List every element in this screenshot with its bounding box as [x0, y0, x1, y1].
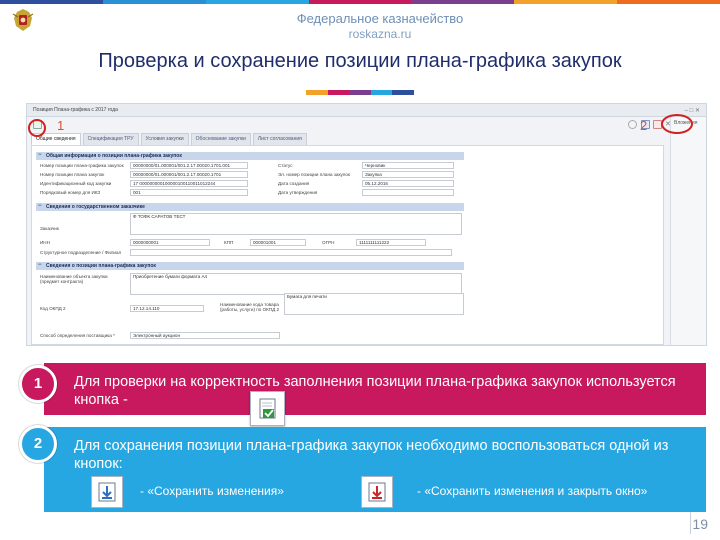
- ikz-sequence-field[interactable]: 001: [130, 189, 248, 196]
- title-underline-bar: [306, 90, 414, 95]
- field-label: Способ определения поставщика *: [40, 333, 115, 338]
- title-bar-segment: [392, 90, 414, 95]
- title-bar-segment: [349, 90, 371, 95]
- title-bar-segment: [370, 90, 393, 95]
- highlight-circle-check: [28, 119, 46, 137]
- check-button[interactable]: [250, 391, 285, 426]
- form-toolbar: ✕: [27, 117, 706, 133]
- field-label: Наименование кода товара (работы, услуги…: [220, 302, 280, 312]
- marker-2: 2: [640, 118, 648, 133]
- slide-number-divider: [690, 512, 691, 534]
- form-body: Общая информация о позиции плана-графика…: [31, 145, 664, 345]
- window-titlebar: Позиция Плана-графика с 2017 года – □ ✕: [27, 104, 706, 117]
- color-strip-segment: [102, 0, 206, 4]
- top-color-strip: [0, 0, 720, 4]
- unit-field[interactable]: [130, 249, 452, 256]
- field-label: Номер позиции плана закупок: [40, 172, 105, 177]
- tab-justification[interactable]: Обоснование закупки: [190, 133, 251, 145]
- save-button[interactable]: [91, 476, 123, 508]
- color-strip-segment: [205, 0, 309, 4]
- inn-field: 0000000001: [130, 239, 210, 246]
- tab-approval[interactable]: Лист согласования: [252, 133, 307, 145]
- window-title: Позиция Плана-графика с 2017 года: [33, 107, 118, 113]
- attachments-panel: Вложения: [670, 117, 706, 345]
- step-2-text: Для сохранения позиции плана-графика зак…: [74, 438, 669, 472]
- step-2-number: 2: [19, 425, 57, 463]
- section-general-header[interactable]: Общая информация о позиции плана-графика…: [36, 152, 464, 160]
- section-customer-header[interactable]: Сведения о государственном заказчике: [36, 203, 464, 211]
- document-check-icon: [259, 398, 276, 419]
- tab-specification[interactable]: Спецификация ТРУ: [82, 133, 139, 145]
- save-download-icon: [98, 482, 116, 502]
- object-name-field[interactable]: Приобретение бумаги формата А4: [130, 273, 462, 295]
- step-1-band: Для проверки на корректность заполнения …: [44, 363, 706, 415]
- highlight-circle-save: [661, 114, 693, 134]
- field-label: Наименование объекта закупки (предмет ко…: [40, 274, 108, 284]
- field-label: Структурное подразделение / Филиал: [40, 250, 122, 255]
- agency-site-link[interactable]: roskazna.ru: [0, 27, 720, 41]
- field-label: КПП: [224, 240, 234, 245]
- field-label: Дата утверждения: [278, 190, 318, 195]
- application-screenshot: Позиция Плана-графика с 2017 года – □ ✕ …: [26, 103, 707, 346]
- field-label: ОГРН: [322, 240, 335, 245]
- field-label: Эл. номер позиции плана закупок: [278, 172, 350, 177]
- field-label: Номер позиции плана-графика закупок: [40, 163, 124, 168]
- field-label: Дата создания: [278, 181, 310, 186]
- color-strip-segment: [308, 0, 412, 4]
- agency-name: Федеральное казначейство: [296, 11, 464, 26]
- approval-date-field: [362, 189, 454, 196]
- page-title: Проверка и сохранение позиции плана-граф…: [98, 50, 622, 72]
- field-label: Статус: [278, 163, 293, 168]
- slide-number: 19: [692, 516, 708, 532]
- title-bar-segment: [327, 90, 350, 95]
- title-bar-segment: [306, 90, 328, 95]
- tab-conditions[interactable]: Условия закупки: [140, 133, 189, 145]
- save-button-label: - «Сохранить изменения»: [140, 484, 284, 498]
- form-tabs: Общие сведения Спецификация ТРУ Условия …: [27, 133, 706, 145]
- plan-position-number-field[interactable]: 00000000/01.000001/001.2.17.00020.1701: [130, 171, 248, 178]
- position-number-field[interactable]: 00000000/01.000001/001.2.17.00020.1701.0…: [130, 162, 248, 169]
- field-label: Заказчик: [40, 226, 59, 231]
- save-close-button-label: - «Сохранить изменения и закрыть окно»: [417, 484, 648, 498]
- kpp-field: 000001001: [250, 239, 306, 246]
- customer-field[interactable]: Ф ТОФК САРАТОВ ТЕСТ: [130, 213, 462, 235]
- color-strip-segment: [411, 0, 515, 4]
- color-strip-segment: [617, 0, 720, 4]
- created-date-field: 05.12.2016: [362, 180, 454, 187]
- step-1-text: Для проверки на корректность заполнения …: [74, 374, 676, 408]
- field-label: Код ОКПД 2: [40, 306, 66, 311]
- okpd-code-field[interactable]: 17.12.14.110: [130, 305, 204, 312]
- okpd-name-field: Бумага для печати: [284, 293, 464, 315]
- field-label: ИНН: [40, 240, 50, 245]
- save-close-icon: [368, 482, 386, 502]
- plan-e-number-field: Закупка: [362, 171, 454, 178]
- section-position-header[interactable]: Сведения о позиции плана-графика закупок: [36, 262, 464, 270]
- field-label: Порядковый номер для ИКЗ: [40, 190, 101, 195]
- ogrn-field: 1111111111222: [356, 239, 426, 246]
- field-label: Идентификационный код закупки: [40, 181, 112, 186]
- window-controls[interactable]: – □ ✕: [685, 107, 700, 114]
- marker-1: 1: [57, 118, 65, 133]
- save-close-button[interactable]: [361, 476, 393, 508]
- purchase-id-code-field[interactable]: 17 000000000100000100110011012244: [130, 180, 248, 187]
- color-strip-segment: [0, 0, 103, 4]
- color-strip-segment: [514, 0, 618, 4]
- supplier-method-field[interactable]: Электронный аукцион: [130, 332, 280, 339]
- help-icon[interactable]: [628, 120, 637, 129]
- status-field: Черновик: [362, 162, 454, 169]
- step-1-number: 1: [19, 365, 57, 403]
